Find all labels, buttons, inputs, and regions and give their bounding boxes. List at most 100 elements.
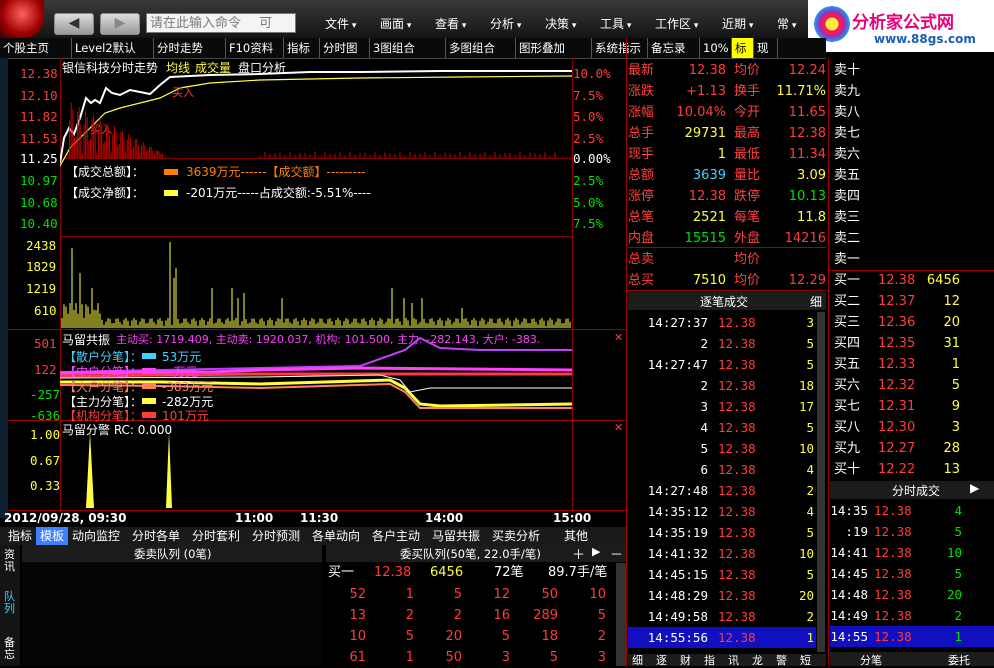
tb-mark[interactable]: 标 [732,38,754,58]
minute-trade-row[interactable]: 14:41 12.38 10 [830,542,994,563]
tb-10pct[interactable]: 10% [700,38,732,58]
tick-row[interactable]: 6 12.38 4 [628,459,816,480]
tick-row[interactable]: 14:35:19 12.38 5 [628,522,816,543]
menu-tools[interactable]: 工具 [600,15,631,32]
tb-system[interactable]: 系统指示 [592,38,648,58]
play-icon[interactable]: ▶ [592,545,600,558]
tick-row[interactable]: 2 12.38 18 [628,375,816,396]
menu-common[interactable]: 常 [777,15,796,32]
tick-row[interactable]: 14:35:12 12.38 4 [628,501,816,522]
minute-trade-row[interactable]: 14:49 12.38 2 [830,605,994,626]
bid-volume: 9 [951,399,960,414]
quote-value: 12.38 [688,189,726,204]
tb-level2[interactable]: Level2默认 [72,38,154,58]
forward-button[interactable]: ▶ [100,13,140,35]
bottom-tab[interactable]: 分时套利 [188,527,244,545]
tb-f10[interactable]: F10资料 [226,38,284,58]
tb-memo[interactable]: 备忘录 [648,38,700,58]
minute-trade-row[interactable]: 14:35 12.38 4 [830,500,994,521]
tb-stock-home[interactable]: 个股主页 [0,38,72,58]
tick-row[interactable]: 14:49:58 12.38 2 [628,606,816,627]
quote-value: 11.65 [788,105,826,120]
app-logo-icon [0,0,44,38]
bottom-tab[interactable]: 各户主动 [368,527,424,545]
bottom-tab[interactable]: 买卖分析 [488,527,544,545]
ask-row: 卖二 [832,228,994,249]
swatch-retail [142,353,157,359]
minute-trade-row[interactable]: 14:55 12.38 1 [830,626,994,647]
bottom-tab[interactable]: 动向监控 [68,527,124,545]
tick-row[interactable]: 14:27:37 12.38 3 [628,312,816,333]
minute-trade-time: 14:49 [830,608,868,623]
tick-row[interactable]: 14:55:56 12.38 1 [628,627,816,648]
tick-scrollbar[interactable] [817,312,825,652]
quote-row: 现手 1 最低 11.34 [628,144,826,165]
menu-workspace[interactable]: 工作区 [655,15,698,32]
tb-minute-trend[interactable]: 分时走势 [154,38,226,58]
back-button[interactable]: ◀ [54,13,94,35]
vol-tick: 2438 [26,238,57,253]
quote-label: 换手 [734,84,761,99]
command-hint: 可 [259,16,273,31]
tick-row[interactable]: 14:48:29 12.38 20 [628,585,816,606]
tick-time: 14:49:58 [647,609,708,624]
minute-trade-price: 12.38 [874,524,912,539]
tick-row[interactable]: 14:27:48 12.38 2 [628,480,816,501]
side-tab-queue[interactable]: 队列 [4,591,16,615]
menu-view[interactable]: 查看 [435,15,466,32]
menu-screen[interactable]: 画面 [380,15,411,32]
close-icon[interactable]: ✕ [614,331,623,344]
bottom-tab[interactable]: 分时各单 [128,527,184,545]
quote-value: 7510 [692,273,726,288]
flow-tick: 501 [34,336,57,351]
bottom-tab[interactable]: 各单动向 [308,527,364,545]
close-icon[interactable]: ✕ [614,421,623,434]
menu-file[interactable]: 文件 [325,15,356,32]
tick-row[interactable]: 2 12.38 5 [628,333,816,354]
tick-time: 14:45:15 [647,567,708,582]
bottom-tab[interactable]: 模板 [36,527,69,545]
minute-trade-time: 14:45 [830,566,868,581]
tick-row[interactable]: 14:41:32 12.38 10 [628,543,816,564]
tb-current[interactable]: 现 [754,38,778,58]
plus-icon[interactable]: ＋ [572,544,585,563]
tb-multichart[interactable]: 多图组合 [446,38,516,58]
command-input[interactable]: 请在此输入命令 可 [146,13,296,33]
menu-analysis[interactable]: 分析 [490,15,521,32]
tb-3chart[interactable]: 3图组合 [370,38,446,58]
play-icon[interactable]: ▶ [970,481,979,495]
tb-indicator[interactable]: 指标 [284,38,320,58]
bottom-tab[interactable]: 指标 [4,527,36,545]
tb-overlay[interactable]: 图形叠加 [516,38,592,58]
minute-trade-price: 12.38 [874,629,912,644]
minute-trade-row[interactable]: :19 12.38 5 [830,521,994,542]
pressure-bars [67,102,556,158]
queue-scrollbar[interactable] [616,563,626,666]
bottom-tab[interactable]: 其他 [560,527,592,545]
tick-row[interactable]: 14:45:15 12.38 5 [628,564,816,585]
tb-minute-chart[interactable]: 分时图 [320,38,370,58]
queue-cell: 5 [405,629,414,644]
minute-trade-row[interactable]: 14:48 12.38 20 [830,584,994,605]
side-tab-news[interactable]: 资讯 [4,549,16,573]
side-tab-memo[interactable]: 备忘 [4,637,16,661]
tick-row[interactable]: 3 12.38 17 [628,396,816,417]
pct-tick: 5.0% [573,109,604,124]
tick-row[interactable]: 4 12.38 5 [628,417,816,438]
menu-recent[interactable]: 近期 [722,15,753,32]
tick-row[interactable]: 14:27:47 12.38 5 [628,354,816,375]
quote-row: 总手 29731 最高 12.38 [628,123,826,144]
tick-volume: 3 [806,315,814,330]
quote-value: 29731 [684,126,726,141]
minute-trade-row[interactable]: 14:45 12.38 5 [830,563,994,584]
tick-detail-button[interactable]: 细 [810,293,822,310]
bottom-tab[interactable]: 分时预测 [248,527,304,545]
bottom-tab[interactable]: 马留共振 [428,527,484,545]
minus-icon[interactable]: － [610,544,623,563]
bid-volume: 3 [951,420,960,435]
vol-tick: 1219 [26,281,57,296]
tick-row[interactable]: 5 12.38 10 [628,438,816,459]
tick-time: 14:41:32 [647,546,708,561]
bid-price: 12.32 [878,378,916,393]
menu-decision[interactable]: 决策 [545,15,576,32]
